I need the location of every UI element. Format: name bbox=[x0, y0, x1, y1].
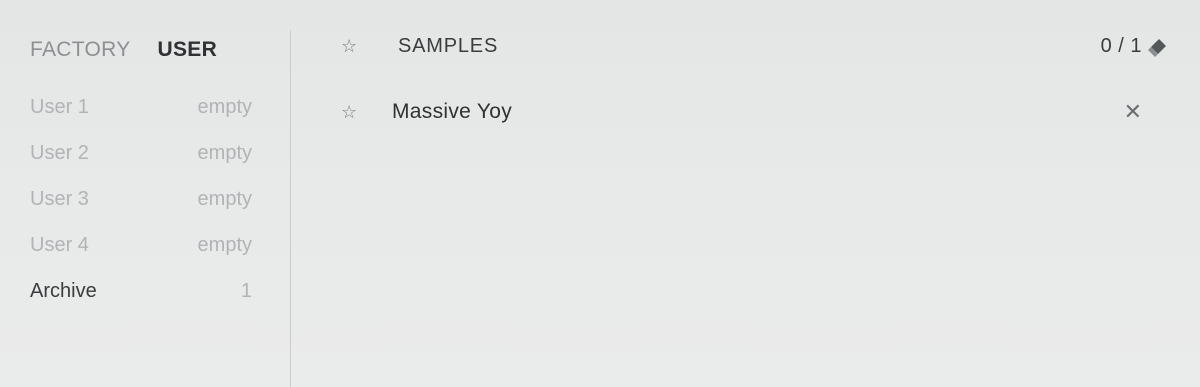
slot-name: User 3 bbox=[30, 188, 89, 210]
slot-status: empty bbox=[197, 188, 252, 210]
main-panel: ☆ SAMPLES 0 / 1 ☆ Massive Yoy ✕ bbox=[291, 0, 1200, 387]
slot-user-4[interactable]: User 4 empty bbox=[30, 234, 252, 280]
samples-header: ☆ SAMPLES 0 / 1 bbox=[291, 30, 1200, 62]
slot-name: Archive bbox=[30, 280, 97, 302]
source-tabs: FACTORY USER bbox=[30, 38, 217, 62]
star-icon[interactable]: ☆ bbox=[341, 102, 357, 123]
slot-user-3[interactable]: User 3 empty bbox=[30, 188, 252, 234]
slot-archive[interactable]: Archive 1 bbox=[30, 280, 252, 326]
close-icon[interactable]: ✕ bbox=[1124, 99, 1142, 125]
slot-count: 1 bbox=[240, 280, 252, 302]
sample-name[interactable]: Massive Yoy bbox=[392, 100, 512, 124]
slot-user-2[interactable]: User 2 empty bbox=[30, 142, 252, 188]
tab-user[interactable]: USER bbox=[158, 38, 218, 62]
selection-counter: 0 / 1 bbox=[1100, 34, 1142, 57]
slot-user-1[interactable]: User 1 empty bbox=[30, 96, 252, 142]
slot-status: empty bbox=[197, 96, 252, 118]
tab-factory[interactable]: FACTORY bbox=[30, 38, 131, 62]
list-item[interactable]: ☆ Massive Yoy ✕ bbox=[291, 96, 1200, 128]
slot-status: empty bbox=[197, 142, 252, 164]
slot-list: User 1 empty User 2 empty User 3 empty U… bbox=[30, 96, 252, 326]
section-title: SAMPLES bbox=[398, 34, 499, 57]
slot-name: User 1 bbox=[30, 96, 89, 118]
slot-name: User 4 bbox=[30, 234, 89, 256]
eraser-icon[interactable] bbox=[1146, 36, 1168, 58]
sidebar: FACTORY USER User 1 empty User 2 empty U… bbox=[0, 0, 290, 387]
slot-name: User 2 bbox=[30, 142, 89, 164]
slot-status: empty bbox=[197, 234, 252, 256]
star-icon[interactable]: ☆ bbox=[341, 36, 357, 57]
